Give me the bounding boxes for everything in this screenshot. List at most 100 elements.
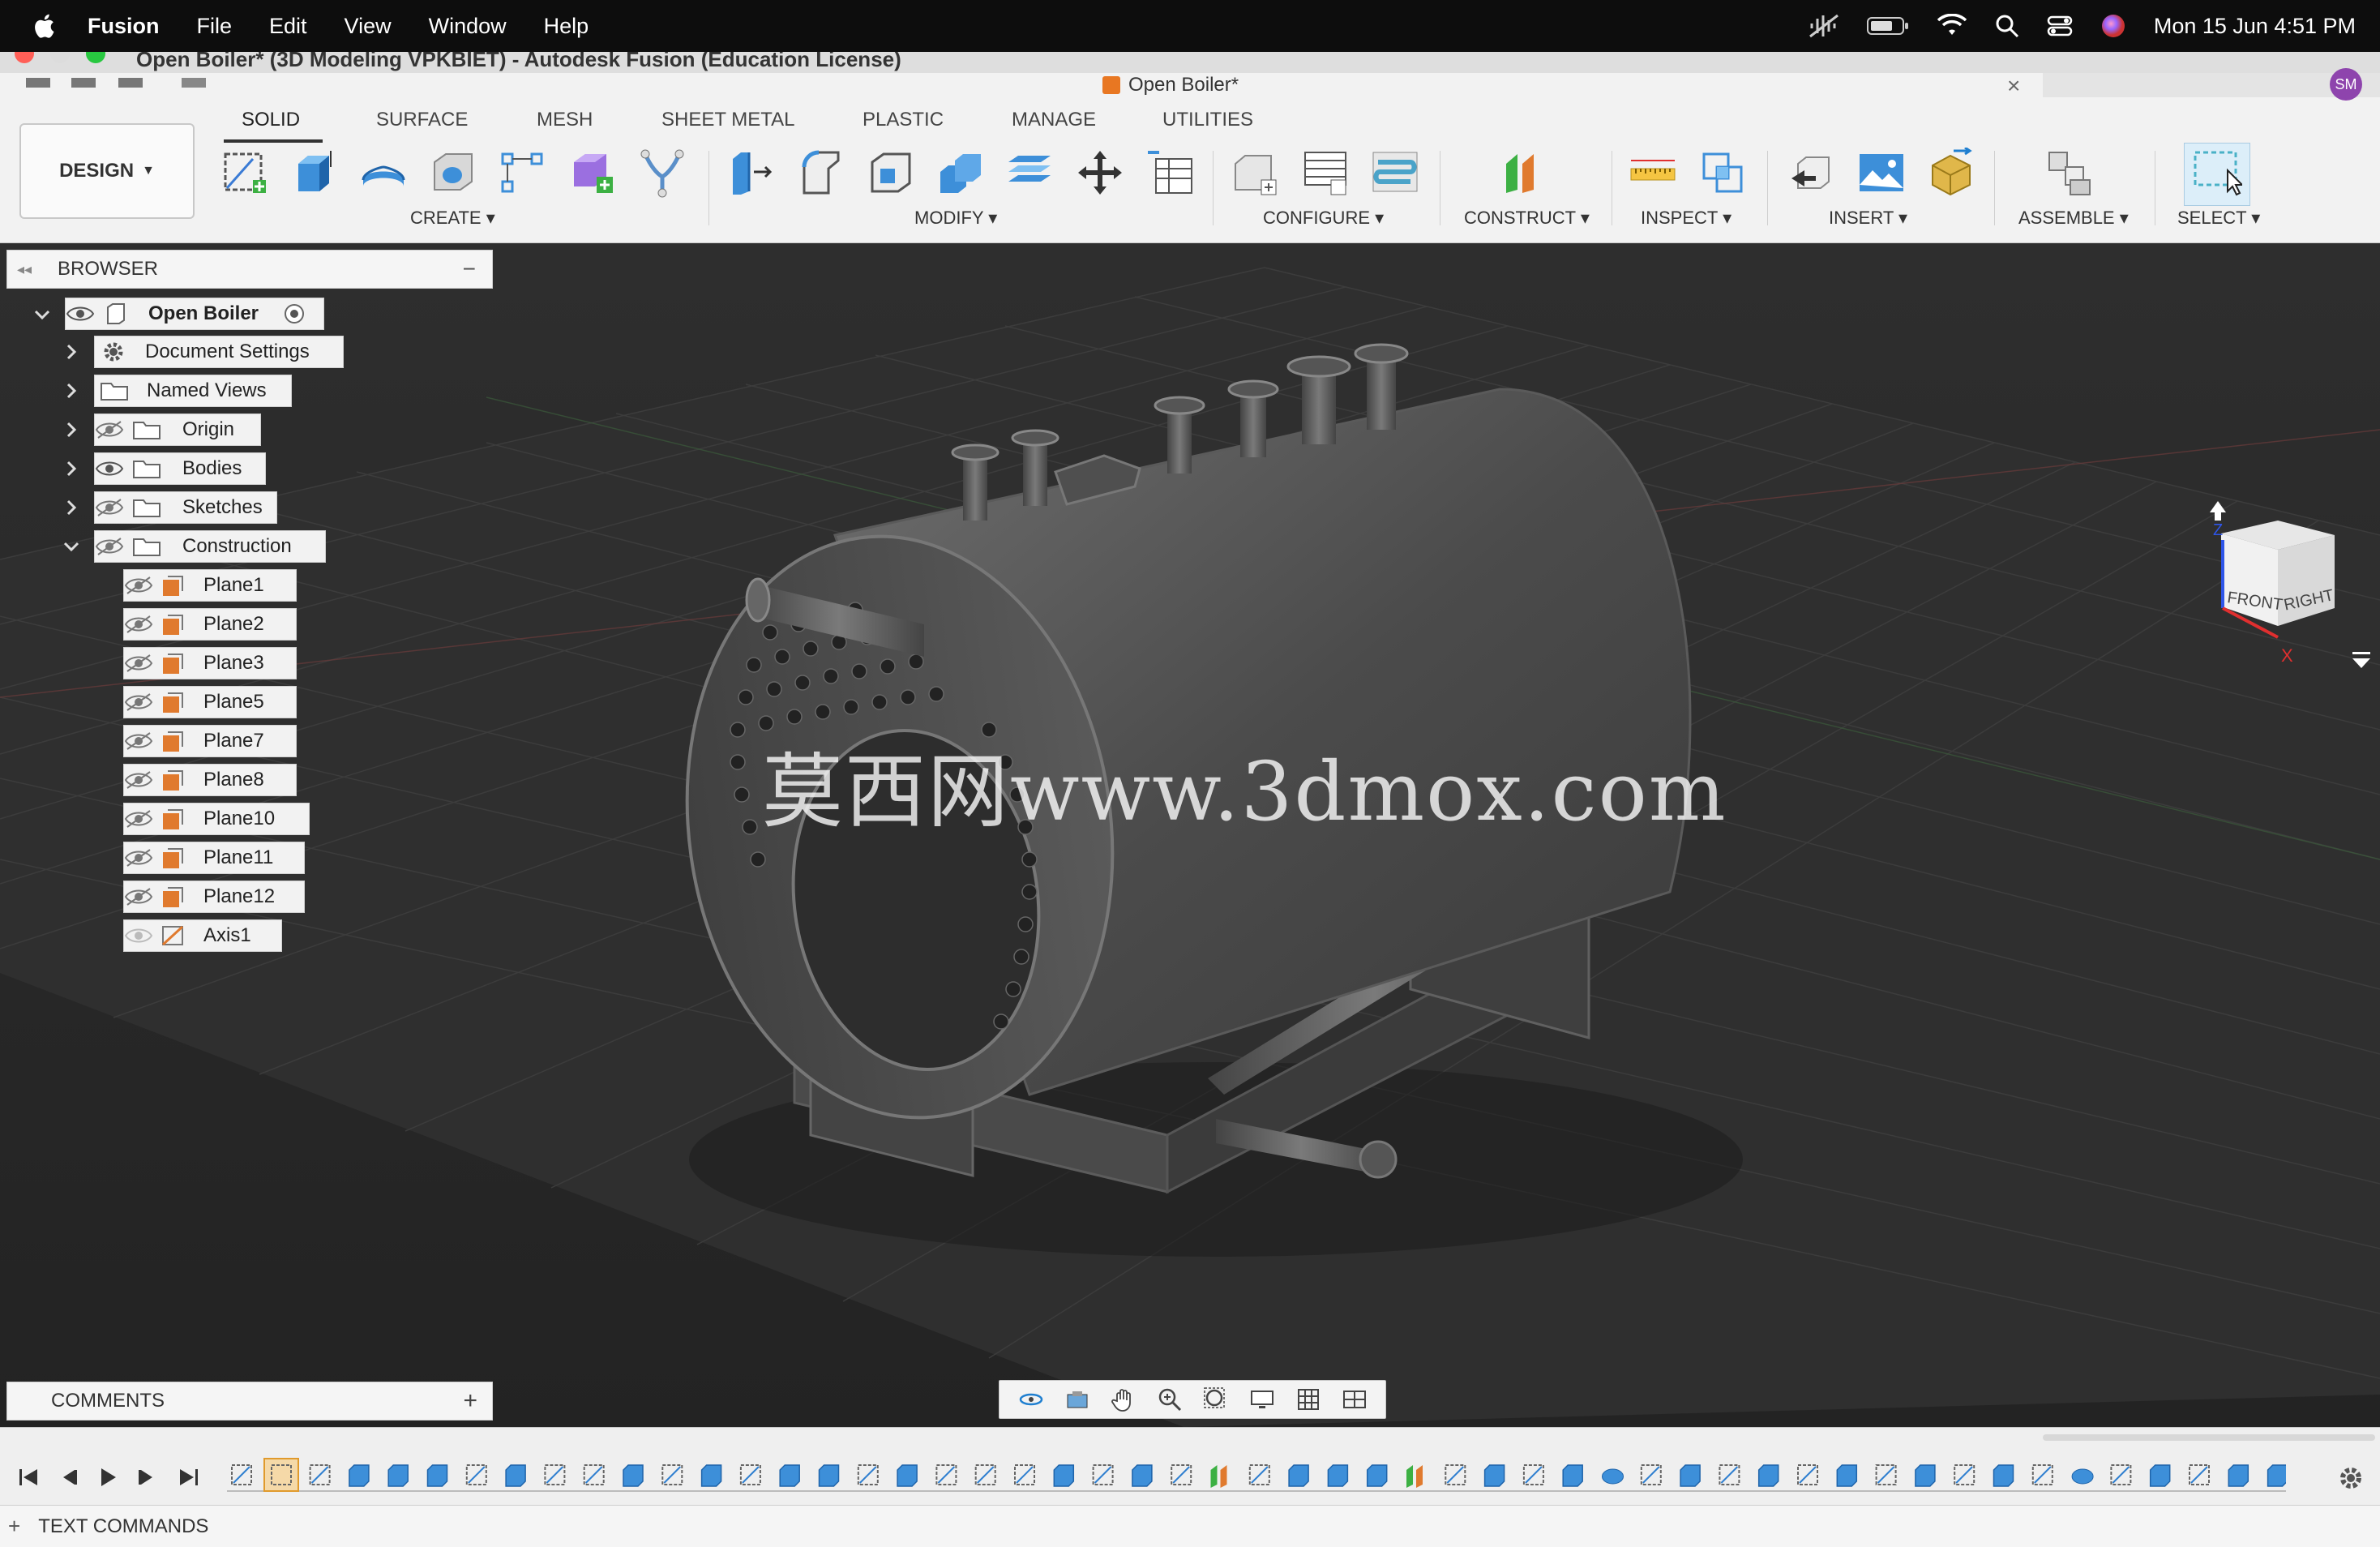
timeline-features[interactable] <box>227 1455 2286 1496</box>
play-icon[interactable] <box>96 1465 120 1489</box>
timeline-revolve-icon[interactable] <box>2071 1468 2094 1485</box>
timeline-extrude-icon[interactable] <box>818 1464 840 1487</box>
timeline-extrude-icon[interactable] <box>426 1464 448 1487</box>
tree-item-root[interactable]: Open Boiler <box>65 298 324 330</box>
tree-item-axis1[interactable]: Axis1 <box>123 919 282 952</box>
extrude-icon[interactable] <box>289 148 339 198</box>
timeline-extrude-icon[interactable] <box>387 1464 409 1487</box>
chevron-right-icon[interactable] <box>62 420 81 439</box>
eye-icon[interactable] <box>66 304 95 324</box>
apple-icon[interactable] <box>32 13 55 39</box>
timeline-sketch-icon[interactable] <box>857 1464 879 1485</box>
fit-view-icon[interactable] <box>1203 1386 1229 1412</box>
timeline-sketch-icon[interactable] <box>1248 1464 1270 1485</box>
eye-hidden-icon[interactable] <box>124 654 153 673</box>
menu-file[interactable]: File <box>197 14 233 39</box>
timeline-extrude-icon[interactable] <box>1483 1464 1505 1487</box>
timeline-sketch-icon[interactable] <box>1522 1464 1544 1485</box>
control-center-icon[interactable] <box>2047 14 2073 38</box>
look-at-icon[interactable] <box>1064 1386 1090 1412</box>
zoom-icon[interactable] <box>1157 1386 1183 1412</box>
eye-hidden-icon[interactable] <box>124 576 153 595</box>
eye-icon[interactable] <box>95 459 124 478</box>
spotlight-search-icon[interactable] <box>1995 14 2019 38</box>
configure-theme-icon[interactable] <box>1370 148 1420 198</box>
step-forward-icon[interactable] <box>135 1465 159 1489</box>
tab-manage[interactable]: MANAGE <box>1012 109 1096 131</box>
timeline-extrude-icon[interactable] <box>2267 1464 2286 1487</box>
timeline-sketch-icon[interactable] <box>1875 1464 1897 1485</box>
orbit-icon[interactable] <box>1018 1386 1044 1412</box>
viewports-icon[interactable] <box>1342 1386 1368 1412</box>
timeline-scrollbar[interactable] <box>2043 1434 2375 1441</box>
interference-icon[interactable] <box>1697 148 1748 198</box>
timeline-sketch-icon[interactable] <box>1445 1464 1466 1485</box>
offset-plane-icon[interactable] <box>1501 148 1552 198</box>
insert-derive-icon[interactable] <box>1787 148 1837 198</box>
timeline-extrude-icon[interactable] <box>1053 1464 1075 1487</box>
timeline-extrude-icon[interactable] <box>700 1464 722 1487</box>
timeline-extrude-icon[interactable] <box>1915 1464 1936 1487</box>
shell-icon[interactable] <box>866 148 916 198</box>
tree-item-document-settings[interactable]: Document Settings <box>94 336 344 368</box>
timeline-extrude-icon[interactable] <box>1757 1464 1779 1487</box>
document-tab[interactable]: Open Boiler* <box>1102 73 1239 97</box>
close-window-button[interactable] <box>15 52 34 63</box>
group-construct[interactable]: CONSTRUCT ▾ <box>1464 208 1590 229</box>
eye-dim-icon[interactable] <box>124 926 153 945</box>
timeline-sketch-icon[interactable] <box>661 1464 683 1485</box>
timeline-sketch-icon[interactable] <box>935 1464 957 1485</box>
eye-hidden-icon[interactable] <box>124 848 153 868</box>
menubar-clock[interactable]: Mon 15 Jun 4:51 PM <box>2154 14 2356 39</box>
collapse-panel-icon[interactable]: ◂◂ <box>17 261 41 278</box>
eye-hidden-icon[interactable] <box>124 809 153 829</box>
combine-icon[interactable] <box>935 148 986 198</box>
tab-utilities[interactable]: UTILITIES <box>1162 109 1253 131</box>
group-modify[interactable]: MODIFY ▾ <box>914 208 997 229</box>
group-assemble[interactable]: ASSEMBLE ▾ <box>2018 208 2129 229</box>
eye-hidden-icon[interactable] <box>124 615 153 634</box>
tree-item-plane3[interactable]: Plane3 <box>123 647 297 679</box>
expand-text-commands-icon[interactable]: + <box>8 1514 20 1539</box>
timeline-extrude-icon[interactable] <box>1993 1464 2014 1487</box>
undo-icon[interactable] <box>182 78 206 88</box>
chevron-right-icon[interactable] <box>62 498 81 517</box>
timeline-sketch-icon[interactable] <box>2189 1464 2210 1485</box>
eye-hidden-icon[interactable] <box>95 498 124 517</box>
tree-item-named-views[interactable]: Named Views <box>94 375 292 407</box>
group-create[interactable]: CREATE ▾ <box>410 208 495 229</box>
eye-hidden-icon[interactable] <box>124 731 153 751</box>
comments-panel[interactable]: COMMENTS + <box>6 1382 493 1421</box>
timeline-extrude-icon[interactable] <box>1836 1464 1858 1487</box>
battery-icon[interactable] <box>1866 15 1909 36</box>
pan-hand-icon[interactable] <box>1111 1386 1136 1412</box>
offset-face-icon[interactable] <box>1005 148 1055 198</box>
timeline-sketch-icon[interactable] <box>974 1464 996 1485</box>
configure-table-icon[interactable] <box>1231 148 1281 198</box>
canvas-image-icon[interactable] <box>1856 148 1907 198</box>
eye-hidden-icon[interactable] <box>124 692 153 712</box>
timeline-extrude-icon[interactable] <box>779 1464 800 1487</box>
menu-app-name[interactable]: Fusion <box>88 14 160 39</box>
workspace-switcher[interactable]: DESIGN ▼ <box>19 123 195 219</box>
chevron-right-icon[interactable] <box>62 381 81 401</box>
timeline-sketch-icon[interactable] <box>1014 1464 1035 1485</box>
tree-item-plane7[interactable]: Plane7 <box>123 725 297 757</box>
tree-item-bodies[interactable]: Bodies <box>94 452 266 485</box>
file-menu-icon[interactable] <box>71 78 96 88</box>
group-inspect[interactable]: INSPECT ▾ <box>1641 208 1731 229</box>
display-settings-icon[interactable] <box>1249 1386 1275 1412</box>
go-to-start-icon[interactable] <box>16 1465 41 1489</box>
timeline-sketch-icon[interactable] <box>739 1464 761 1485</box>
move-copy-icon[interactable] <box>1075 148 1125 198</box>
timeline-extrude-icon[interactable] <box>623 1464 644 1487</box>
save-icon[interactable] <box>118 78 143 88</box>
timeline-sketch-icon[interactable] <box>1719 1464 1740 1485</box>
timeline-sketch-icon[interactable] <box>2031 1464 2053 1485</box>
create-form-icon[interactable] <box>637 148 687 198</box>
close-tab-icon[interactable]: × <box>2007 73 2020 99</box>
group-configure[interactable]: CONFIGURE ▾ <box>1263 208 1384 229</box>
timeline-extrude-icon[interactable] <box>897 1464 918 1487</box>
zoom-window-button[interactable] <box>86 52 105 63</box>
view-cube[interactable]: FRONT RIGHT Z X <box>2189 499 2375 678</box>
